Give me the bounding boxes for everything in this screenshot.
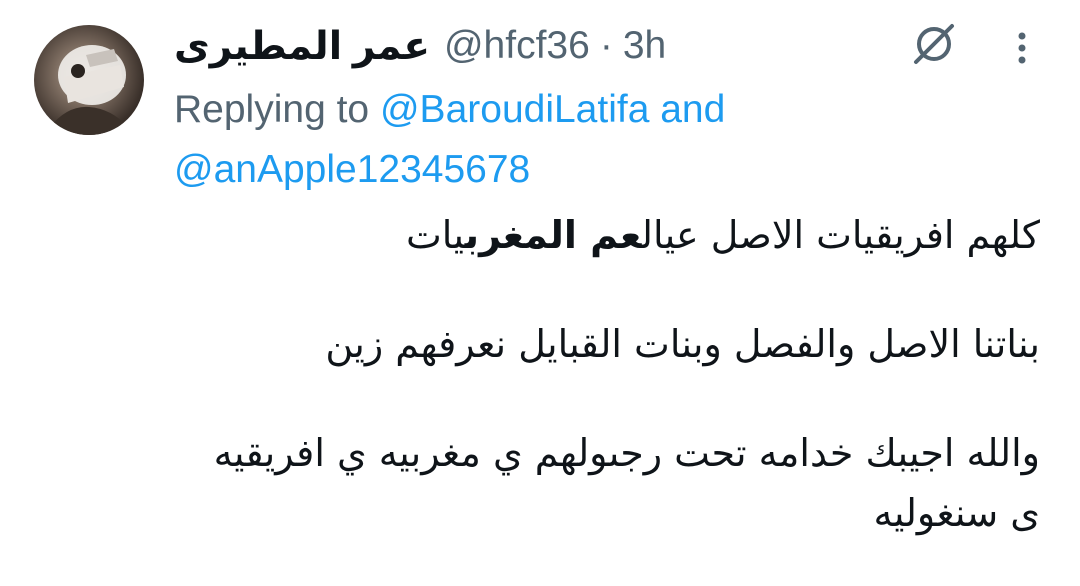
author-handle[interactable]: @hfcf36 xyxy=(444,24,590,68)
tweet-line: كلهم افريقيات الاصل عيالعم المغربيات xyxy=(160,205,1040,265)
avatar[interactable] xyxy=(34,25,144,135)
more-vertical-icon[interactable] xyxy=(1004,26,1040,70)
mention-link[interactable]: @BaroudiLatifa xyxy=(380,88,649,131)
author-name[interactable]: عمر المطيرى xyxy=(174,24,430,69)
replying-to: Replying to @BaroudiLatifa and @anApple1… xyxy=(174,80,874,200)
tweet-line: بناتنا الاصل والفصل وبنات القبايل نعرفهم… xyxy=(325,322,1040,366)
tweet-line: ى سنغوليه xyxy=(873,491,1040,535)
tweet-bold-text: عم المغرب xyxy=(464,213,642,257)
tweet-line: والله اجيبك خدامه تحت رجىولهم ي مغربيه ي… xyxy=(213,431,1040,475)
mention-link[interactable]: @anApple12345678 xyxy=(174,148,530,191)
avatar-image xyxy=(44,45,134,135)
tweet-line-part: يات xyxy=(405,213,465,257)
replying-to-label: Replying to xyxy=(174,88,370,131)
separator-dot: · xyxy=(599,24,613,67)
tweet-line-part: كلهم افريقيات الاصل عيال xyxy=(641,213,1040,257)
tweet-text: كلهم افريقيات الاصل عيالعم المغربيات بنا… xyxy=(160,205,1040,543)
timestamp[interactable]: 3h xyxy=(623,24,666,68)
no-sign-icon[interactable] xyxy=(908,18,960,70)
reply-connector: and xyxy=(660,88,726,131)
tweet-header: عمر المطيرى @hfcf36 · 3h xyxy=(174,20,874,72)
